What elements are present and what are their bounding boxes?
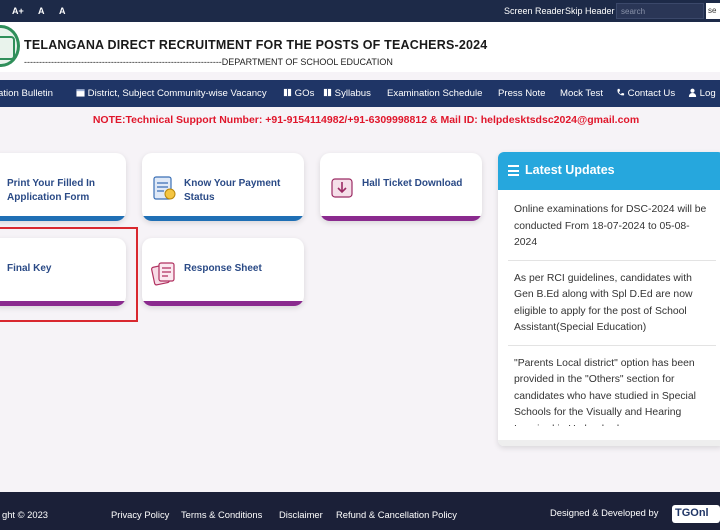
card-accent-bar [142, 216, 304, 221]
hall-ticket-label: Hall Ticket Download [362, 178, 463, 189]
top-utility-bar: A+ A A Screen Reader Skip Header search … [0, 0, 720, 22]
print-application-label: Print Your Filled In Application Form [7, 178, 95, 203]
update-item[interactable]: Online examinations for DSC-2024 will be… [508, 200, 716, 261]
disclaimer-link[interactable]: Disclaimer [279, 509, 323, 520]
privacy-policy-link[interactable]: Privacy Policy [111, 509, 169, 520]
latest-updates-panel: Latest Updates Online examinations for D… [498, 152, 720, 446]
font-decrease-button[interactable]: A [59, 6, 66, 16]
download-icon [331, 178, 353, 198]
screen-reader-link[interactable]: Screen Reader [504, 6, 565, 16]
nav-gos[interactable]: GOs [283, 88, 314, 99]
book-icon [283, 88, 292, 97]
update-item[interactable]: As per RCI guidelines, candidates with G… [508, 269, 716, 346]
site-footer: ght © 2023 Privacy Policy Terms & Condit… [0, 492, 720, 530]
card-accent-bar [320, 216, 482, 221]
tgonline-logo[interactable]: TGOnl [672, 505, 720, 523]
skip-header-link[interactable]: Skip Header [565, 6, 615, 16]
payment-status-card[interactable]: Know Your Payment Status [142, 153, 304, 221]
font-increase-button[interactable]: A+ [12, 6, 24, 16]
nav-examination-schedule[interactable]: Examination Schedule [387, 88, 482, 99]
phone-icon [617, 88, 625, 96]
department-subtitle: ----------------------------------------… [24, 57, 393, 67]
payment-status-label: Know Your Payment Status [184, 178, 281, 203]
telangana-emblem-logo [0, 25, 20, 67]
print-application-card[interactable]: Print Your Filled In Application Form [0, 153, 126, 221]
latest-updates-title: Latest Updates [525, 163, 615, 177]
nav-information-bulletin[interactable]: ation Bulletin [0, 88, 53, 99]
calendar-icon [76, 89, 85, 97]
response-sheet-card[interactable]: Response Sheet [142, 238, 304, 306]
search-button[interactable]: se [706, 3, 720, 19]
nav-syllabus[interactable]: Syllabus [323, 88, 371, 99]
main-navigation: ation Bulletin District, Subject Communi… [0, 80, 720, 107]
terms-conditions-link[interactable]: Terms & Conditions [181, 509, 262, 520]
nav-login[interactable]: Log [688, 88, 716, 99]
support-note: NOTE:Technical Support Number: +91-91541… [92, 114, 640, 126]
hall-ticket-card[interactable]: Hall Ticket Download [320, 153, 482, 221]
nav-contact-us[interactable]: Contact Us [616, 88, 675, 99]
refund-policy-link[interactable]: Refund & Cancellation Policy [336, 509, 457, 520]
card-accent-bar [142, 301, 304, 306]
nav-press-note[interactable]: Press Note [498, 88, 545, 99]
user-icon [688, 88, 697, 97]
nav-mock-test[interactable]: Mock Test [560, 88, 603, 99]
updates-scrollbar[interactable] [498, 440, 720, 446]
copyright-text: ght © 2023 [2, 509, 49, 520]
update-item[interactable]: "Parents Local district" option has been… [508, 354, 716, 427]
site-header: TELANGANA DIRECT RECRUITMENT FOR THE POS… [0, 22, 720, 72]
response-sheet-label: Response Sheet [184, 263, 262, 274]
designed-by-text: Designed & Developed by [550, 507, 659, 518]
page-title: TELANGANA DIRECT RECRUITMENT FOR THE POS… [24, 38, 488, 52]
latest-updates-header: Latest Updates [498, 152, 720, 190]
book-icon [323, 88, 332, 97]
list-icon [508, 165, 519, 176]
updates-scroll-area[interactable]: Online examinations for DSC-2024 will be… [508, 200, 716, 426]
search-input[interactable]: search [616, 3, 704, 19]
card-accent-bar [0, 216, 126, 221]
nav-vacancy[interactable]: District, Subject Community-wise Vacancy [76, 88, 267, 99]
response-sheet-icon [151, 262, 175, 286]
font-normal-button[interactable]: A [38, 6, 45, 16]
payment-document-icon [153, 176, 176, 200]
final-key-highlight-box [0, 227, 138, 322]
